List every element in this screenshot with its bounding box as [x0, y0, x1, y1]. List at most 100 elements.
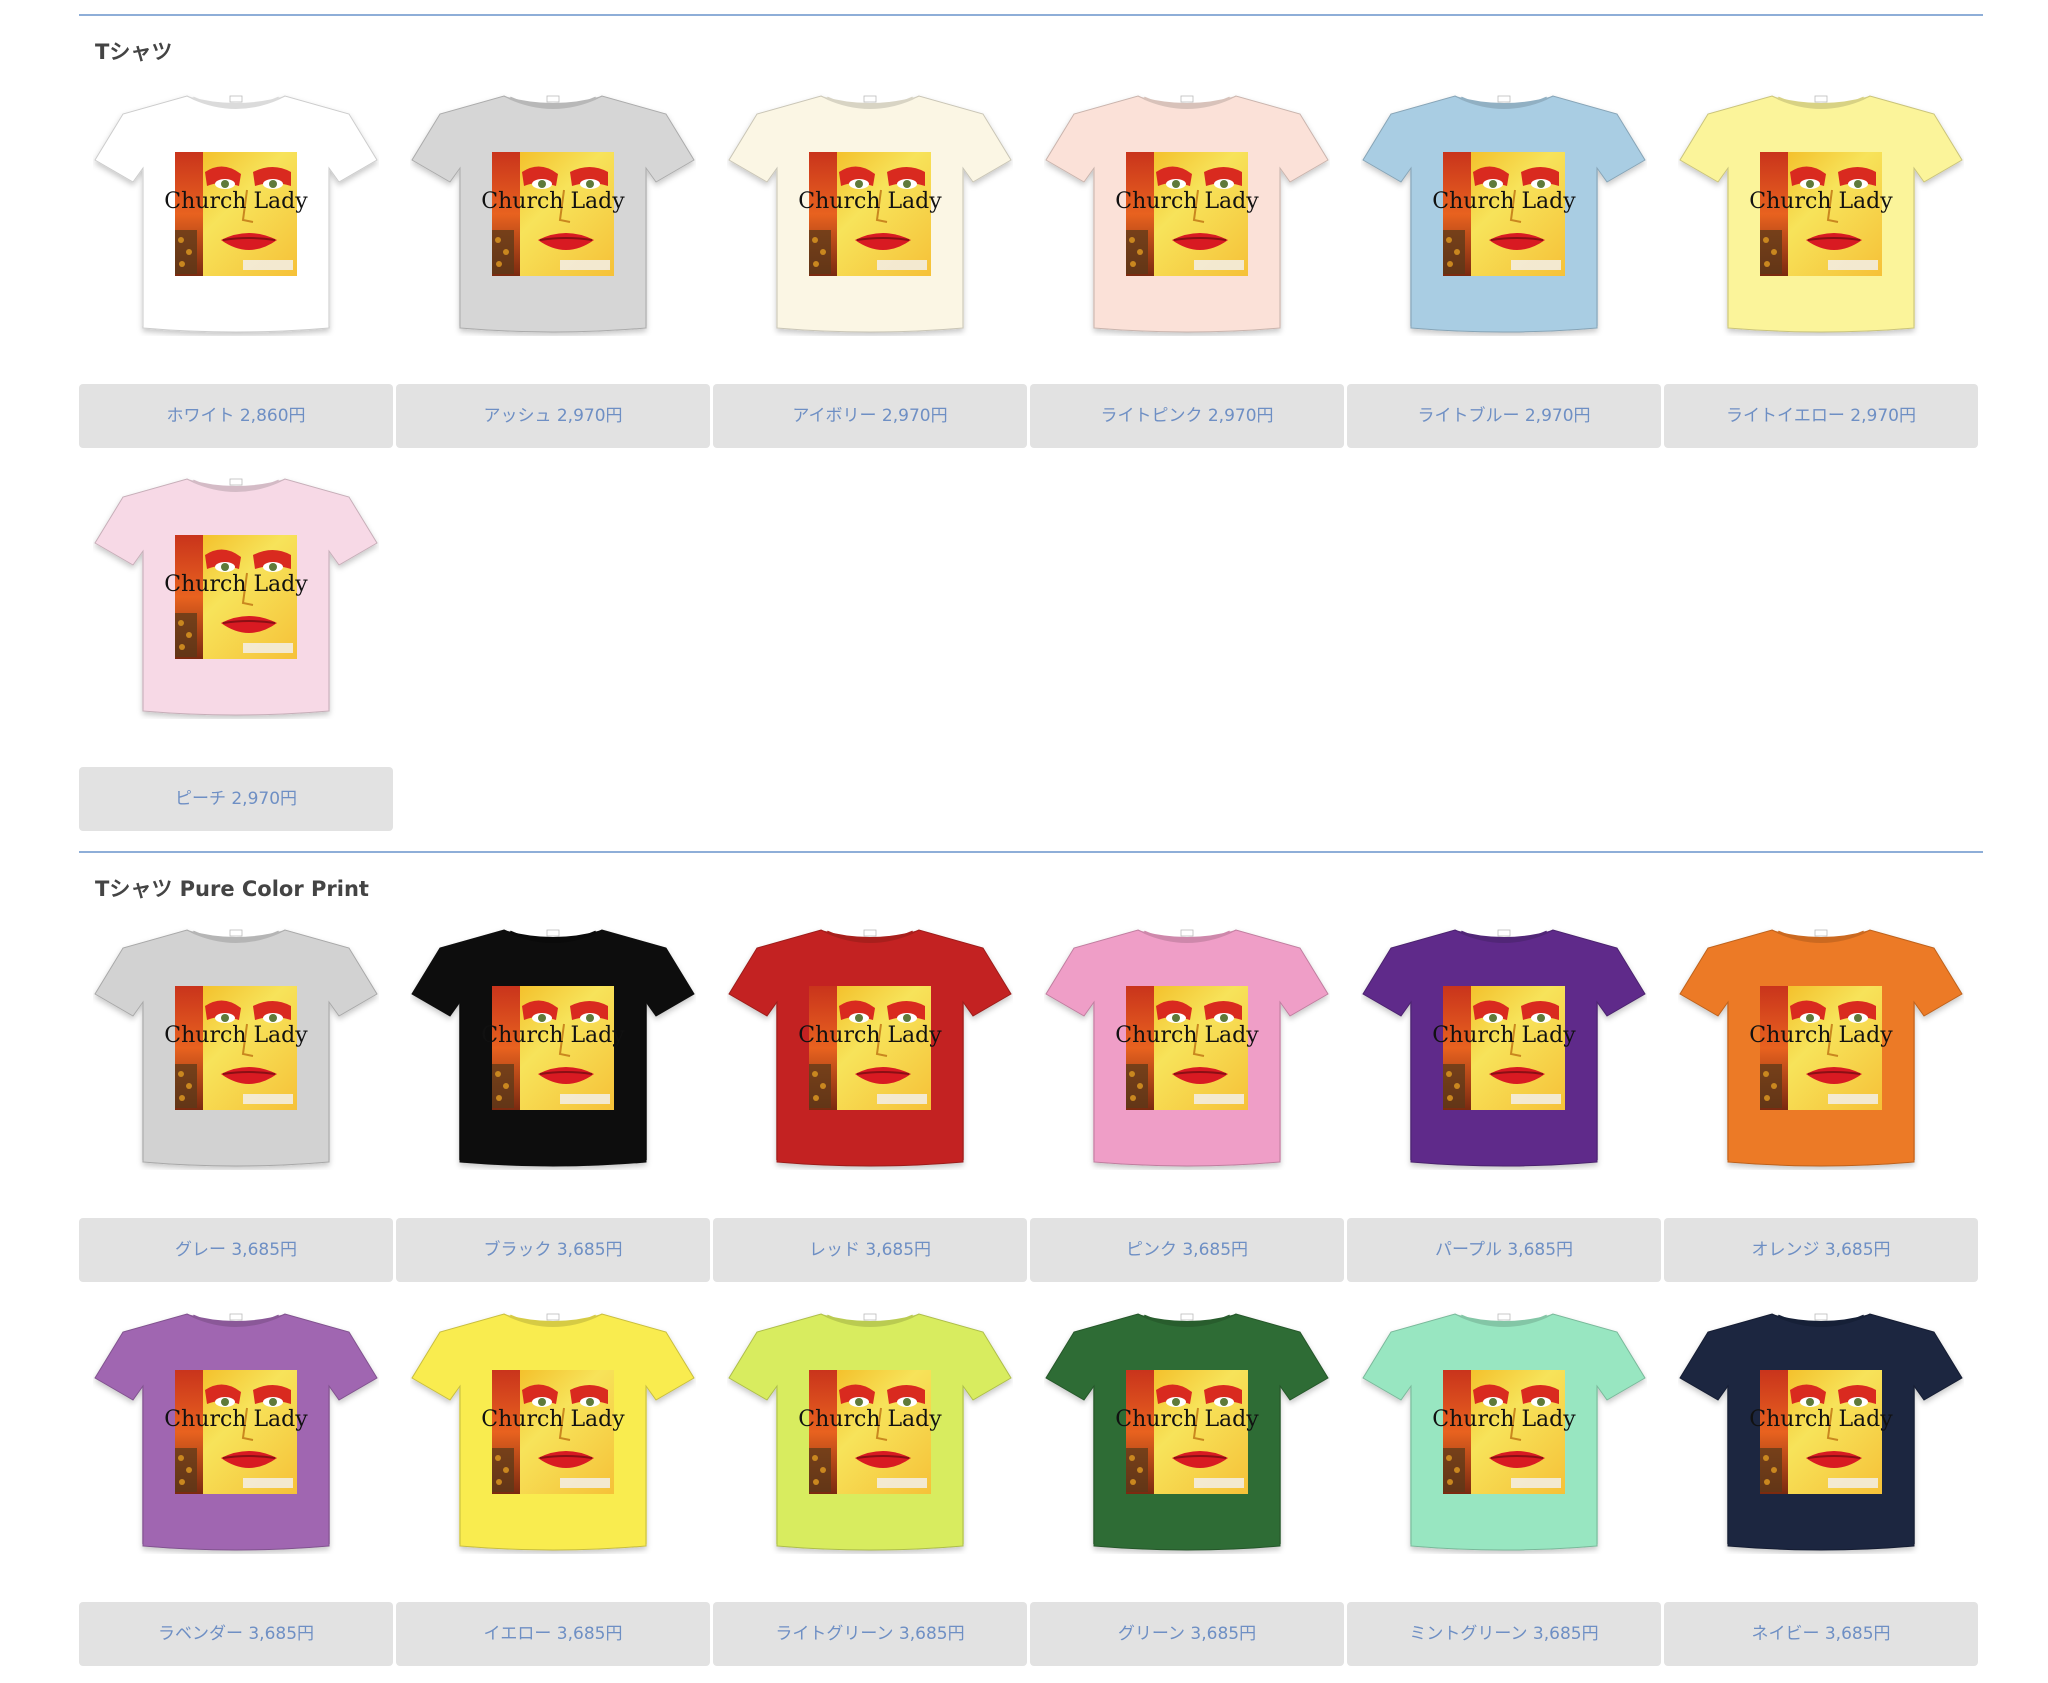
color-price-button[interactable]: ミントグリーン 3,685円 [1347, 1602, 1661, 1666]
tshirt-graphic: Church Lady [728, 1313, 1012, 1551]
color-price-button[interactable]: ライトブルー 2,970円 [1347, 384, 1661, 448]
tshirt-graphic: Church Lady [411, 95, 695, 333]
color-price-button[interactable]: ライトグリーン 3,685円 [713, 1602, 1027, 1666]
print-text: Church Lady [1749, 189, 1893, 214]
section-title: Tシャツ [95, 40, 173, 64]
color-price-button[interactable]: ピーチ 2,970円 [79, 767, 393, 831]
print-text: Church Lady [1749, 1407, 1893, 1432]
tshirt-image[interactable]: Church Lady [1347, 90, 1661, 368]
tshirt-image[interactable]: Church Lady [79, 924, 393, 1202]
print-artwork: Church Lady [1432, 1370, 1576, 1494]
tshirt-image[interactable]: Church Lady [79, 90, 393, 368]
tshirt-image[interactable]: Church Lady [713, 924, 1027, 1202]
color-price-label: アッシュ 2,970円 [483, 406, 623, 426]
color-price-button[interactable]: アイボリー 2,970円 [713, 384, 1027, 448]
tshirt-image[interactable]: Church Lady [713, 1308, 1027, 1586]
color-price-label: ミントグリーン 3,685円 [1409, 1624, 1599, 1644]
tshirt-image[interactable]: Church Lady [1030, 90, 1344, 368]
tshirt-image[interactable]: Church Lady [396, 924, 710, 1202]
color-price-button[interactable]: ライトピンク 2,970円 [1030, 384, 1344, 448]
print-text: Church Lady [164, 1023, 308, 1048]
tshirt-image[interactable]: Church Lady [1347, 1308, 1661, 1586]
print-artwork: Church Lady [1749, 986, 1893, 1110]
color-price-label: ライトピンク 2,970円 [1100, 406, 1274, 426]
section-title: Tシャツ Pure Color Print [95, 877, 369, 901]
tshirt-graphic: Church Lady [1362, 95, 1646, 333]
color-price-button[interactable]: グリーン 3,685円 [1030, 1602, 1344, 1666]
print-text: Church Lady [798, 189, 942, 214]
tshirt-image[interactable]: Church Lady [1664, 1308, 1978, 1586]
color-price-button[interactable]: ピンク 3,685円 [1030, 1218, 1344, 1282]
tshirt-graphic: Church Lady [1045, 1313, 1329, 1551]
tshirt-image[interactable]: Church Lady [713, 90, 1027, 368]
print-text: Church Lady [481, 1023, 625, 1048]
tshirt-image[interactable]: Church Lady [1030, 1308, 1344, 1586]
print-text: Church Lady [164, 189, 308, 214]
tshirt-image[interactable]: Church Lady [1030, 924, 1344, 1202]
tshirt-image[interactable]: Church Lady [79, 1308, 393, 1586]
color-price-label: オレンジ 3,685円 [1751, 1240, 1891, 1260]
color-price-label: グレー 3,685円 [174, 1240, 298, 1260]
print-artwork: Church Lady [481, 152, 625, 276]
color-price-label: ピーチ 2,970円 [174, 789, 298, 809]
color-price-button[interactable]: アッシュ 2,970円 [396, 384, 710, 448]
color-price-button[interactable]: ホワイト 2,860円 [79, 384, 393, 448]
tshirt-graphic: Church Lady [94, 1313, 378, 1551]
print-text: Church Lady [164, 1407, 308, 1432]
print-artwork: Church Lady [1115, 1370, 1259, 1494]
tshirt-image[interactable]: Church Lady [79, 473, 393, 751]
color-price-button[interactable]: グレー 3,685円 [79, 1218, 393, 1282]
print-text: Church Lady [798, 1407, 942, 1432]
print-text: Church Lady [1115, 1023, 1259, 1048]
color-price-button[interactable]: レッド 3,685円 [713, 1218, 1027, 1282]
print-artwork: Church Lady [1115, 152, 1259, 276]
color-price-label: ライトブルー 2,970円 [1417, 406, 1591, 426]
tshirt-graphic: Church Lady [1362, 1313, 1646, 1551]
print-text: Church Lady [1749, 1023, 1893, 1048]
print-text: Church Lady [164, 572, 308, 597]
print-text: Church Lady [798, 1023, 942, 1048]
tshirt-image[interactable]: Church Lady [1664, 924, 1978, 1202]
tshirt-graphic: Church Lady [1679, 1313, 1963, 1551]
tshirt-graphic: Church Lady [1045, 929, 1329, 1167]
color-price-button[interactable]: ライトイエロー 2,970円 [1664, 384, 1978, 448]
color-price-label: ネイビー 3,685円 [1751, 1624, 1891, 1644]
color-price-button[interactable]: ネイビー 3,685円 [1664, 1602, 1978, 1666]
print-artwork: Church Lady [1115, 986, 1259, 1110]
color-price-button[interactable]: オレンジ 3,685円 [1664, 1218, 1978, 1282]
tshirt-image[interactable]: Church Lady [396, 90, 710, 368]
color-price-label: イエロー 3,685円 [483, 1624, 623, 1644]
tshirt-graphic: Church Lady [728, 95, 1012, 333]
color-price-label: ライトグリーン 3,685円 [775, 1624, 965, 1644]
tshirt-image[interactable]: Church Lady [1347, 924, 1661, 1202]
color-price-label: グリーン 3,685円 [1117, 1624, 1257, 1644]
print-artwork: Church Lady [1749, 152, 1893, 276]
print-artwork: Church Lady [798, 1370, 942, 1494]
tshirt-graphic: Church Lady [1679, 95, 1963, 333]
print-artwork: Church Lady [1432, 986, 1576, 1110]
tshirt-image[interactable]: Church Lady [1664, 90, 1978, 368]
print-artwork: Church Lady [481, 986, 625, 1110]
color-price-label: アイボリー 2,970円 [792, 406, 948, 426]
product-section: Tシャツ Church Lady ホワイト 2,860円 Church Lady… [79, 14, 1983, 831]
color-price-label: ブラック 3,685円 [483, 1240, 623, 1260]
color-price-label: レッド 3,685円 [808, 1240, 932, 1260]
print-artwork: Church Lady [164, 535, 308, 659]
print-text: Church Lady [1432, 189, 1576, 214]
print-text: Church Lady [481, 1407, 625, 1432]
print-text: Church Lady [1432, 1407, 1576, 1432]
color-price-button[interactable]: ラベンダー 3,685円 [79, 1602, 393, 1666]
color-price-button[interactable]: ブラック 3,685円 [396, 1218, 710, 1282]
tshirt-graphic: Church Lady [94, 929, 378, 1167]
print-artwork: Church Lady [798, 152, 942, 276]
print-artwork: Church Lady [164, 986, 308, 1110]
print-artwork: Church Lady [481, 1370, 625, 1494]
print-artwork: Church Lady [164, 152, 308, 276]
color-price-label: ラベンダー 3,685円 [157, 1624, 315, 1644]
tshirt-graphic: Church Lady [1362, 929, 1646, 1167]
print-artwork: Church Lady [798, 986, 942, 1110]
tshirt-image[interactable]: Church Lady [396, 1308, 710, 1586]
color-price-button[interactable]: イエロー 3,685円 [396, 1602, 710, 1666]
color-price-button[interactable]: パープル 3,685円 [1347, 1218, 1661, 1282]
tshirt-graphic: Church Lady [411, 929, 695, 1167]
